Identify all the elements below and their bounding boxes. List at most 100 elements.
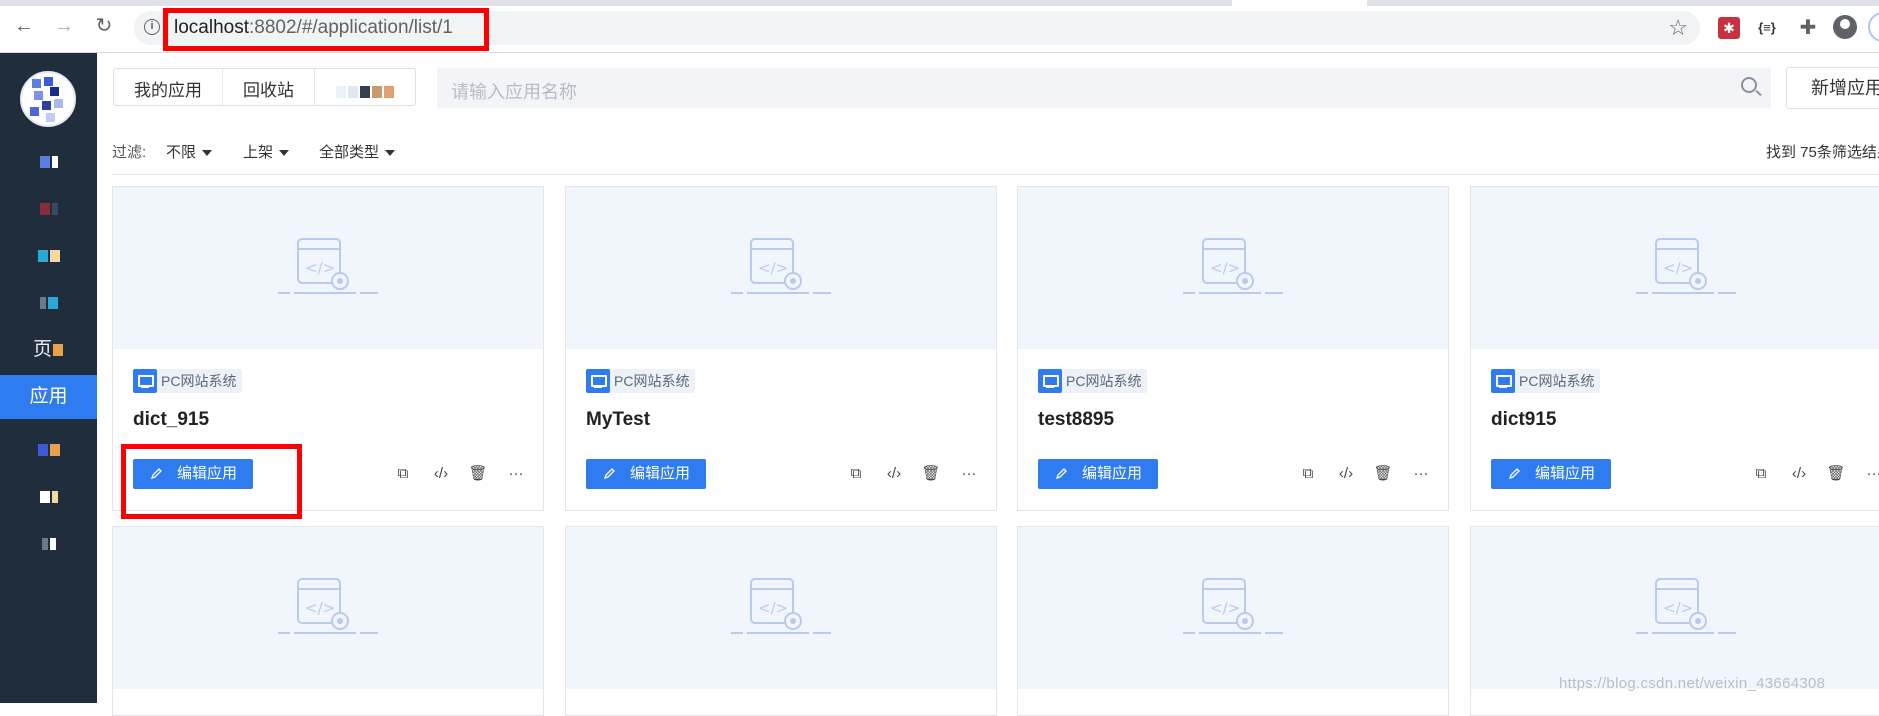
copy-icon[interactable]: ⧉ bbox=[1298, 464, 1318, 484]
add-app-button[interactable]: 新增应用 bbox=[1786, 67, 1879, 109]
search-placeholder: 请输入应用名称 bbox=[451, 82, 577, 102]
sidebar-item-9[interactable] bbox=[0, 522, 97, 566]
sidebar-item-label: 应用 bbox=[29, 386, 68, 407]
app-type-label: PC网站系统 bbox=[614, 373, 690, 389]
filter-status-dropdown[interactable]: 上架 bbox=[243, 141, 290, 162]
app-thumbnail: </> bbox=[1018, 187, 1448, 349]
sidebar-item-3[interactable] bbox=[0, 234, 97, 278]
app-name: MyTest bbox=[586, 409, 651, 430]
sidebar-item-pages[interactable]: 页 bbox=[0, 328, 97, 372]
app-card[interactable]: </> bbox=[112, 526, 544, 716]
copy-icon[interactable]: ⧉ bbox=[393, 464, 413, 484]
sidebar-item-8[interactable] bbox=[0, 475, 97, 519]
monitor-icon bbox=[1038, 369, 1062, 393]
extension-json-icon[interactable]: {≡} bbox=[1756, 17, 1778, 39]
copy-icon[interactable]: ⧉ bbox=[846, 464, 866, 484]
watermark-text: https://blog.csdn.net/weixin_43664308 bbox=[1559, 675, 1826, 692]
tab-app-templates[interactable] bbox=[315, 69, 415, 105]
site-info-icon[interactable]: i bbox=[144, 19, 160, 35]
sidebar-item-4[interactable] bbox=[0, 281, 97, 325]
caret-down-icon bbox=[202, 150, 213, 157]
forward-icon[interactable]: → bbox=[52, 14, 76, 38]
sidebar-item-1[interactable] bbox=[0, 140, 97, 184]
svg-text:</>: </> bbox=[1210, 259, 1240, 277]
app-type-badge: PC网站系统 bbox=[586, 369, 696, 393]
app-code-icon: </> bbox=[731, 238, 831, 294]
filter-status-value: 上架 bbox=[243, 144, 274, 161]
more-icon[interactable]: ··· bbox=[1864, 464, 1879, 484]
reload-icon[interactable]: ↻ bbox=[92, 14, 116, 38]
app-code-icon: </> bbox=[731, 578, 831, 634]
tab-my-apps[interactable]: 我的应用 bbox=[114, 69, 223, 105]
account-icon[interactable] bbox=[1833, 15, 1857, 39]
edit-app-label: 编辑应用 bbox=[1082, 465, 1143, 482]
monitor-icon bbox=[133, 369, 157, 393]
filter-type-value: 全部类型 bbox=[319, 144, 380, 161]
app-card[interactable]: </> PC网站系统 MyTest 编辑应用 ⧉ ‹/› 🗑 ··· bbox=[565, 186, 997, 511]
filter-label: 过滤: bbox=[112, 144, 147, 161]
app-tabs: 我的应用 回收站 bbox=[113, 68, 416, 106]
result-count: 找到 75条筛选结果 bbox=[1766, 144, 1879, 161]
app-code-icon: </> bbox=[1183, 238, 1283, 294]
sidebar: 页 应用 bbox=[0, 53, 97, 703]
app-thumbnail: </> bbox=[1471, 187, 1879, 349]
svg-text:</>: </> bbox=[758, 599, 788, 617]
edit-app-button[interactable]: 编辑应用 bbox=[1491, 459, 1611, 489]
app-thumbnail: </> bbox=[113, 527, 543, 689]
app-type-label: PC网站系统 bbox=[161, 373, 237, 389]
svg-text:</>: </> bbox=[1663, 599, 1693, 617]
monitor-icon bbox=[586, 369, 610, 393]
app-thumbnail: </> bbox=[566, 527, 996, 689]
tab-recycle-bin[interactable]: 回收站 bbox=[223, 69, 315, 105]
app-code-icon: </> bbox=[1636, 578, 1736, 634]
app-code-icon: </> bbox=[1636, 238, 1736, 294]
code-icon[interactable]: ‹/› bbox=[1789, 464, 1809, 484]
filter-range-dropdown[interactable]: 不限 bbox=[166, 141, 213, 162]
delete-icon[interactable]: 🗑 bbox=[1826, 464, 1846, 484]
pencil-icon bbox=[1509, 468, 1520, 479]
more-icon[interactable]: ··· bbox=[506, 464, 526, 484]
app-thumbnail: </> bbox=[113, 187, 543, 349]
delete-icon[interactable]: 🗑 bbox=[921, 464, 941, 484]
edit-annotation-box bbox=[121, 444, 302, 519]
filter-type-dropdown[interactable]: 全部类型 bbox=[319, 141, 396, 162]
sidebar-item-label: 页 bbox=[32, 339, 52, 360]
app-card[interactable]: </> bbox=[565, 526, 997, 716]
tab-strip bbox=[0, 0, 1879, 6]
active-tab[interactable] bbox=[1232, 0, 1367, 6]
edit-app-button[interactable]: 编辑应用 bbox=[1038, 459, 1158, 489]
more-icon[interactable]: ··· bbox=[1411, 464, 1431, 484]
app-card[interactable]: </> PC网站系统 dict915 编辑应用 ⧉ ‹/› 🗑 ··· bbox=[1470, 186, 1879, 511]
app-name: dict_915 bbox=[133, 409, 210, 430]
code-icon[interactable]: ‹/› bbox=[1336, 464, 1356, 484]
sidebar-item-apps[interactable]: 应用 bbox=[0, 375, 97, 419]
delete-icon[interactable]: 🗑 bbox=[1373, 464, 1393, 484]
sidebar-item-2[interactable] bbox=[0, 187, 97, 231]
extension-red-icon[interactable]: ✱ bbox=[1718, 17, 1740, 39]
caret-down-icon bbox=[385, 150, 396, 157]
search-icon[interactable] bbox=[1741, 77, 1757, 93]
app-thumbnail: </> bbox=[566, 187, 996, 349]
sidebar-item-7[interactable] bbox=[0, 428, 97, 472]
app-type-badge: PC网站系统 bbox=[1491, 369, 1601, 393]
search-input[interactable]: 请输入应用名称 bbox=[437, 68, 1771, 108]
extensions-puzzle-icon[interactable]: ✚ bbox=[1797, 17, 1819, 39]
caret-down-icon bbox=[279, 150, 290, 157]
app-type-label: PC网站系统 bbox=[1519, 373, 1595, 389]
app-card[interactable]: </> bbox=[1017, 526, 1449, 716]
app-code-icon: </> bbox=[278, 578, 378, 634]
svg-text:</>: </> bbox=[305, 599, 335, 617]
code-icon[interactable]: ‹/› bbox=[884, 464, 904, 484]
user-avatar[interactable] bbox=[20, 71, 76, 127]
svg-text:</>: </> bbox=[305, 259, 335, 277]
profile-avatar-icon[interactable] bbox=[1868, 12, 1879, 42]
copy-icon[interactable]: ⧉ bbox=[1751, 464, 1771, 484]
app-card[interactable]: </> PC网站系统 test8895 编辑应用 ⧉ ‹/› 🗑 ··· bbox=[1017, 186, 1449, 511]
bookmark-star-icon[interactable]: ☆ bbox=[1668, 15, 1688, 41]
delete-icon[interactable]: 🗑 bbox=[468, 464, 488, 484]
edit-app-button[interactable]: 编辑应用 bbox=[586, 459, 706, 489]
more-icon[interactable]: ··· bbox=[959, 464, 979, 484]
code-icon[interactable]: ‹/› bbox=[431, 464, 451, 484]
back-icon[interactable]: ← bbox=[12, 14, 36, 38]
app-type-badge: PC网站系统 bbox=[133, 369, 243, 393]
